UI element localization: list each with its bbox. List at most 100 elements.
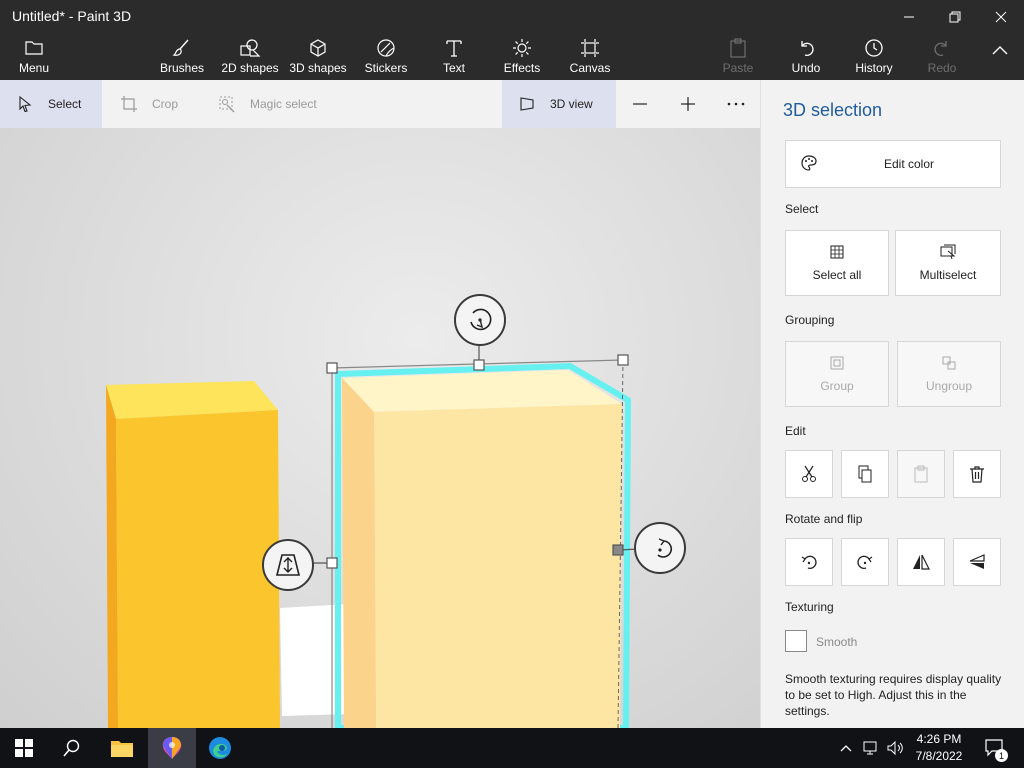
- paste-panel-button[interactable]: [897, 450, 945, 498]
- cut-button[interactable]: [785, 450, 833, 498]
- rotate-right-icon: [857, 555, 873, 569]
- canvas-icon: [581, 39, 599, 57]
- collapse-ribbon-button[interactable]: [986, 45, 1014, 85]
- cursor-icon: [16, 95, 34, 113]
- zoom-out-button[interactable]: [620, 80, 660, 128]
- multiselect-button[interactable]: Multiselect: [895, 230, 1001, 296]
- zoom-in-button[interactable]: [668, 80, 708, 128]
- paint3d-taskbar-button[interactable]: [148, 728, 196, 768]
- edit-color-button[interactable]: Edit color: [785, 140, 1001, 188]
- clock-time: 4:26 PM: [916, 732, 962, 746]
- redo-icon: [934, 41, 947, 56]
- 2d-shapes-icon: [240, 39, 261, 57]
- paste-button[interactable]: Paste: [716, 37, 760, 77]
- magic-select-tool[interactable]: Magic select: [216, 80, 336, 128]
- stickers-button[interactable]: Stickers: [362, 37, 410, 77]
- sun-icon: [513, 39, 531, 57]
- paste-icon: [914, 465, 928, 483]
- edge-taskbar-button[interactable]: [196, 728, 244, 768]
- minimize-button[interactable]: [886, 0, 932, 33]
- rotate-vertical-icon: [657, 538, 673, 558]
- 3d-view-toggle[interactable]: 3D view: [502, 80, 616, 128]
- 2d-shapes-button[interactable]: 2D shapes: [220, 37, 280, 77]
- ribbon: Menu Brushes 2D shapes 3D shapes Sticker…: [0, 33, 1024, 80]
- ungroup-button[interactable]: Ungroup: [897, 341, 1001, 407]
- text-icon: [446, 40, 462, 57]
- delete-button[interactable]: [953, 450, 1001, 498]
- flip-vertical-button[interactable]: [953, 538, 1001, 586]
- network-icon: [863, 741, 877, 755]
- close-icon: [995, 11, 1007, 22]
- text-button[interactable]: Text: [430, 37, 478, 77]
- taskbar-clock[interactable]: 4:26 PM 7/8/2022: [906, 731, 972, 765]
- minimize-icon: [904, 16, 914, 17]
- more-icon: [727, 102, 745, 106]
- rotate-y-handle[interactable]: [634, 522, 686, 574]
- copy-button[interactable]: [841, 450, 889, 498]
- speaker-icon: [887, 740, 903, 756]
- show-hidden-icons-button[interactable]: [836, 728, 856, 768]
- minus-icon: [633, 103, 647, 105]
- flip-vertical-icon: [969, 554, 985, 569]
- select-all-button[interactable]: Select all: [785, 230, 889, 296]
- chevron-up-icon: [992, 46, 1008, 55]
- title-bar: Untitled* - Paint 3D: [0, 0, 1024, 33]
- search-button[interactable]: [48, 728, 96, 768]
- redo-button[interactable]: Redo: [920, 37, 964, 77]
- ungroup-icon: [942, 356, 956, 370]
- menu-button[interactable]: Menu: [14, 37, 54, 77]
- flip-horizontal-button[interactable]: [897, 538, 945, 586]
- select-tool[interactable]: Select: [0, 80, 102, 128]
- history-button[interactable]: History: [850, 37, 898, 77]
- restore-button[interactable]: [932, 0, 978, 33]
- effects-button[interactable]: Effects: [498, 37, 546, 77]
- restore-icon: [949, 11, 961, 22]
- depth-icon: [275, 554, 301, 576]
- crop-tool[interactable]: Crop: [118, 80, 198, 128]
- copy-icon: [858, 465, 872, 483]
- texturing-section-label: Texturing: [785, 600, 834, 614]
- canvas-button[interactable]: Canvas: [566, 37, 614, 77]
- secondary-toolbar: Select Crop Magic select 3D view: [0, 80, 760, 128]
- 3d-shapes-button[interactable]: 3D shapes: [288, 37, 348, 77]
- pale-box-object: [342, 370, 622, 728]
- sticker-icon: [377, 39, 395, 57]
- folder-icon: [111, 741, 133, 757]
- rotate-z-handle[interactable]: [454, 294, 506, 346]
- 3d-canvas[interactable]: [0, 128, 760, 728]
- brush-icon: [172, 39, 189, 56]
- group-icon: [830, 356, 844, 370]
- windows-icon: [15, 739, 33, 757]
- brushes-button[interactable]: Brushes: [156, 37, 208, 77]
- multiselect-icon: [940, 244, 956, 260]
- rotate-left-button[interactable]: [785, 538, 833, 586]
- 3d-selection-panel: 3D selection Edit color Select Select al…: [760, 80, 1024, 728]
- depth-handle[interactable]: [262, 539, 314, 591]
- grouping-section-label: Grouping: [785, 313, 835, 327]
- notification-center-button[interactable]: 1: [982, 728, 1008, 768]
- search-icon: [63, 739, 80, 757]
- more-options-button[interactable]: [716, 80, 756, 128]
- panel-title: 3D selection: [783, 100, 883, 120]
- network-button[interactable]: [860, 728, 882, 768]
- 3d-scene: [106, 333, 639, 728]
- rotate-right-button[interactable]: [841, 538, 889, 586]
- undo-button[interactable]: Undo: [784, 37, 828, 77]
- select-section-label: Select: [785, 202, 819, 216]
- undo-icon: [801, 41, 814, 56]
- start-button[interactable]: [0, 728, 48, 768]
- flip-horizontal-icon: [913, 554, 930, 570]
- cube-icon: [310, 39, 326, 57]
- group-button[interactable]: Group: [785, 341, 889, 407]
- scissors-icon: [802, 465, 816, 482]
- smooth-texturing-note: Smooth texturing requires display qualit…: [785, 672, 1002, 718]
- magic-select-icon: [218, 95, 236, 113]
- history-icon: [865, 39, 883, 57]
- paste-icon: [730, 38, 746, 58]
- 3d-view-icon: [518, 95, 536, 113]
- file-explorer-button[interactable]: [98, 728, 146, 768]
- close-button[interactable]: [978, 0, 1024, 33]
- volume-button[interactable]: [884, 728, 906, 768]
- smooth-checkbox[interactable]: [785, 630, 807, 652]
- clock-date: 7/8/2022: [915, 749, 963, 763]
